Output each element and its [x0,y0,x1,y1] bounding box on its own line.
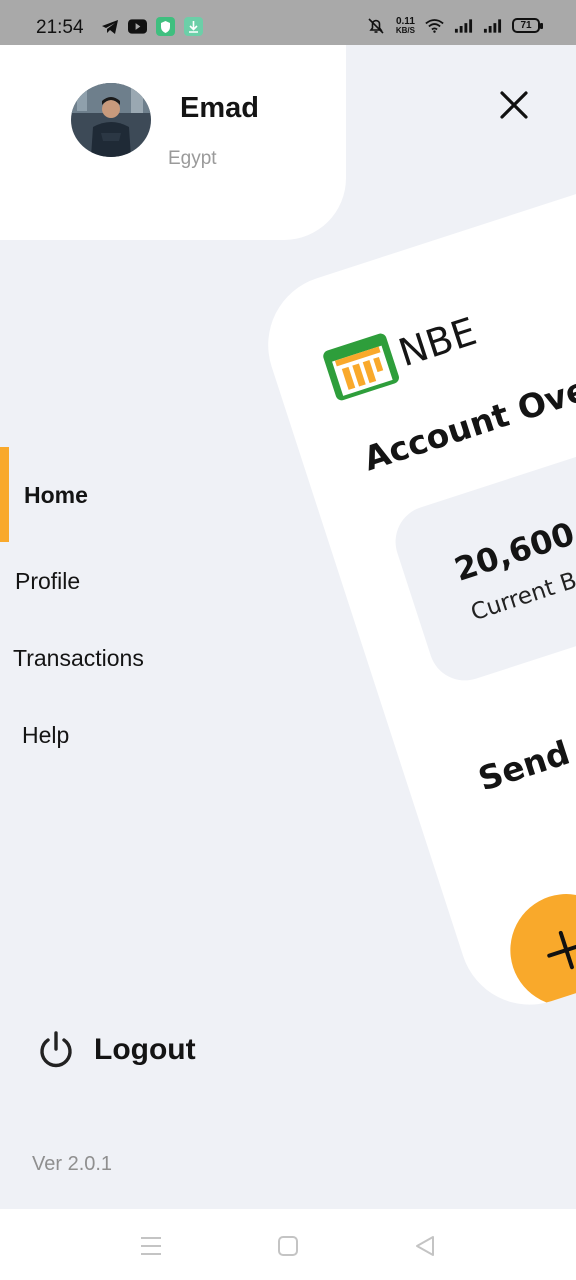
mute-bell-icon [367,16,386,35]
net-speed-value: 0.11 [395,15,415,27]
close-button[interactable] [492,83,536,127]
plus-icon [547,930,576,970]
home-screen-preview[interactable]: NBE Account Overview 20,600 $ Current Ba… [250,126,576,1023]
power-icon [40,1031,72,1068]
menu-item-profile[interactable]: Profile [15,568,80,595]
wifi-icon [425,16,444,35]
user-name: Emad [180,92,259,124]
battery-icon: 71 [512,18,543,33]
user-country: Egypt [168,148,217,169]
system-navigation-bar [0,1209,576,1280]
menu-lines-icon [141,1237,161,1255]
back-triangle-icon [416,1236,434,1256]
telegram-icon [100,17,119,36]
youtube-icon [128,17,147,36]
active-menu-indicator [0,447,9,542]
menu-item-transactions[interactable]: Transactions [13,645,144,672]
signal-icon-2 [483,16,502,35]
net-speed-unit: KB/S [395,25,415,35]
add-button [495,879,576,1021]
logout-button[interactable]: Logout [36,1030,196,1070]
close-icon [500,91,528,119]
send-money-title: Send Money [473,691,576,799]
network-speed: 0.11 KB/S [395,15,415,35]
profile-header-card [0,45,346,240]
app-version: Ver 2.0.1 [32,1153,113,1175]
menu-item-home[interactable]: Home [24,482,88,509]
download-icon [184,17,203,36]
status-time: 21:54 [36,17,84,38]
bank-logo-text: NBE [393,309,482,376]
bank-logo: NBE [319,303,483,404]
signal-icon-1 [454,16,473,35]
logout-label: Logout [94,1033,196,1066]
notification-icons [100,17,203,36]
avatar[interactable] [71,83,151,157]
home-nav-button[interactable] [273,1231,303,1261]
status-bar: 21:54 0.11 KB/S 71 [0,0,576,45]
square-icon [278,1236,298,1256]
nbe-logo-icon [323,333,399,401]
menu-item-help[interactable]: Help [22,722,69,749]
recent-apps-button[interactable] [136,1231,166,1261]
shield-app-icon [156,17,175,36]
system-icons: 0.11 KB/S 71 [367,15,543,35]
back-button[interactable] [410,1231,440,1261]
